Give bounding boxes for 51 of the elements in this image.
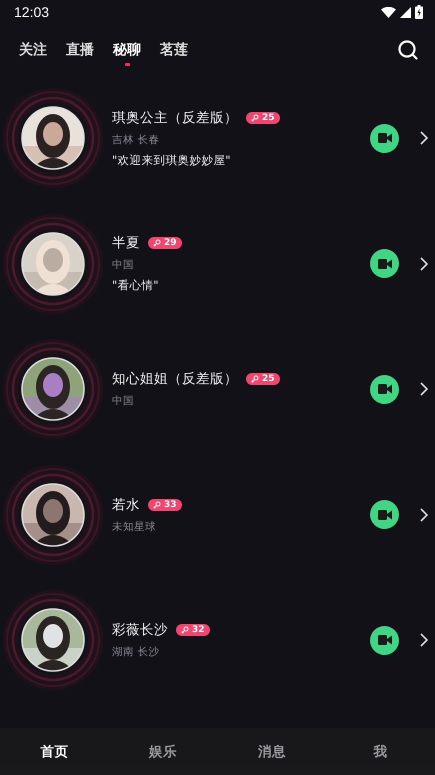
nav-tab[interactable]: 首页 — [0, 742, 109, 760]
female-icon — [251, 375, 259, 384]
tab[interactable]: 关注 — [19, 41, 47, 59]
chevron-right-icon[interactable] — [420, 633, 428, 648]
user-name: 彩薇长沙 — [112, 621, 168, 640]
age-text: 25 — [262, 112, 275, 123]
chevron-right-icon[interactable] — [420, 256, 428, 271]
video-call-button[interactable] — [370, 124, 399, 153]
wifi-icon — [381, 6, 396, 18]
video-camera-icon — [378, 635, 392, 646]
user-location: 中国 — [112, 258, 135, 272]
age-text: 25 — [262, 374, 275, 384]
tab-indicator — [124, 63, 130, 66]
video-call-button[interactable] — [370, 626, 399, 655]
nav-tab[interactable]: 我 — [326, 742, 435, 760]
video-camera-icon — [378, 258, 392, 269]
age-text: 33 — [164, 500, 177, 510]
female-icon — [153, 239, 161, 248]
battery-icon — [415, 5, 423, 19]
video-camera-icon — [378, 510, 392, 520]
tab[interactable]: 茗莲 — [160, 41, 188, 59]
video-call-button[interactable] — [370, 500, 399, 530]
user-name: 知心姐姐（反差版） — [112, 370, 238, 388]
user-name: 琪奥公主（反差版） — [112, 108, 238, 127]
video-camera-icon — [378, 133, 392, 144]
tab[interactable]: 直播 — [66, 41, 94, 59]
chevron-right-icon[interactable] — [420, 508, 428, 522]
video-call-button[interactable] — [370, 249, 399, 278]
user-location: 湖南 长沙 — [112, 645, 160, 660]
age-text: 32 — [192, 625, 205, 636]
user-signature: "看心情" — [112, 278, 160, 294]
status-time: 12:03 — [14, 4, 50, 20]
user-name: 半夏 — [112, 234, 140, 252]
video-camera-icon — [378, 384, 392, 394]
nav-tab[interactable]: 消息 — [218, 742, 326, 760]
video-call-button[interactable] — [370, 374, 399, 404]
female-icon — [181, 626, 189, 634]
female-icon — [251, 114, 259, 122]
female-icon — [153, 500, 161, 509]
search-icon[interactable] — [398, 40, 418, 60]
user-location: 中国 — [112, 394, 135, 408]
signal-icon — [400, 6, 411, 18]
tab[interactable]: 秘聊 — [113, 41, 141, 59]
user-signature: "欢迎来到琪奥妙妙屋" — [112, 152, 232, 168]
user-location: 未知星球 — [112, 520, 157, 534]
user-name: 若水 — [112, 496, 140, 514]
nav-tab[interactable]: 娱乐 — [108, 742, 218, 760]
chevron-right-icon[interactable] — [420, 382, 428, 396]
age-text: 29 — [164, 238, 177, 248]
chevron-right-icon[interactable] — [420, 131, 428, 146]
user-location: 吉林 长春 — [112, 132, 160, 147]
